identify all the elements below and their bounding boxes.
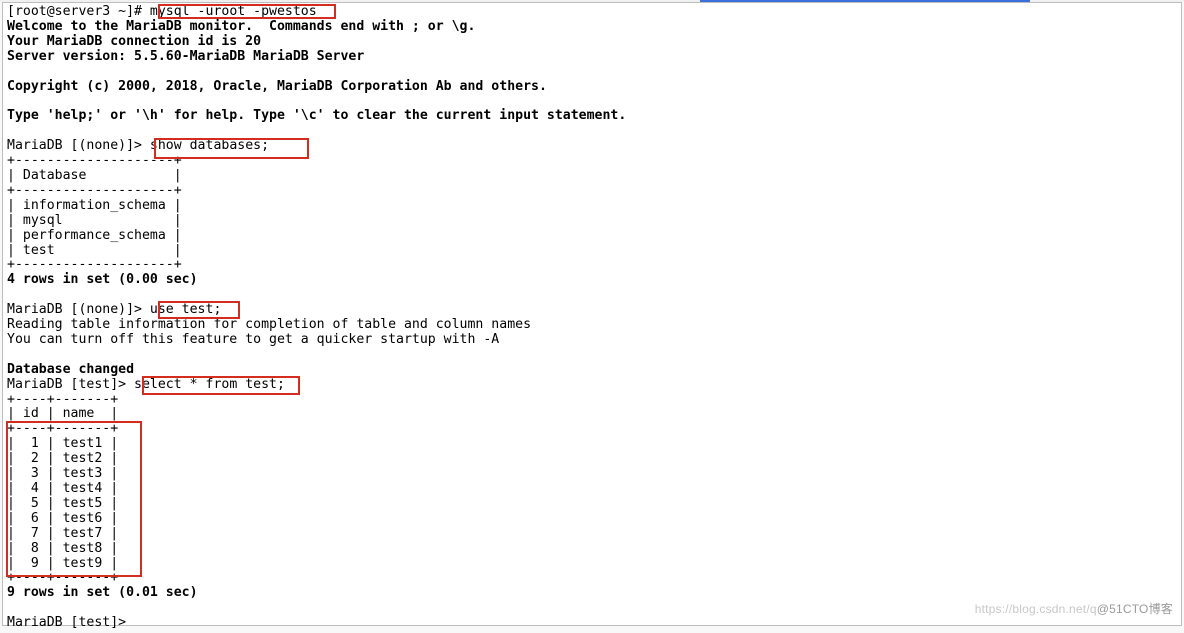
db-table-border-mid: +--------------------+ bbox=[7, 183, 182, 198]
mariadb-prompt-test-final: MariaDB [test]> bbox=[7, 615, 134, 630]
cmd-select-from-test: select * from test; bbox=[134, 377, 285, 392]
result-border-top: +----+-------+ bbox=[7, 392, 118, 407]
copyright-line: Copyright (c) 2000, 2018, Oracle, MariaD… bbox=[7, 79, 547, 94]
use-test-line-1: Reading table information for completion… bbox=[7, 317, 531, 332]
mariadb-prompt-none: MariaDB [(none)]> bbox=[7, 302, 150, 317]
db-rows-footer: 4 rows in set (0.00 sec) bbox=[7, 272, 198, 287]
result-border-bot: +----+-------+ bbox=[7, 570, 118, 585]
use-test-line-2: You can turn off this feature to get a q… bbox=[7, 332, 499, 347]
terminal-window[interactable]: [root@server3 ~]# mysql -uroot -pwestos … bbox=[2, 2, 1182, 626]
mariadb-prompt-test: MariaDB [test]> bbox=[7, 377, 134, 392]
help-line: Type 'help;' or '\h' for help. Type '\c'… bbox=[7, 108, 626, 123]
result-row: | 4 | test4 | bbox=[7, 481, 118, 496]
cmd-show-databases: show databases; bbox=[150, 138, 269, 153]
mariadb-prompt-none: MariaDB [(none)]> bbox=[7, 138, 150, 153]
shell-prompt: [root@server3 ~]# bbox=[7, 4, 150, 19]
db-row: | information_schema | bbox=[7, 198, 182, 213]
db-table-header: | Database | bbox=[7, 168, 182, 183]
result-row: | 2 | test2 | bbox=[7, 451, 118, 466]
db-row: | performance_schema | bbox=[7, 228, 182, 243]
db-row: | mysql | bbox=[7, 213, 182, 228]
shell-command: mysql -uroot -pwestos bbox=[150, 4, 317, 19]
result-header: | id | name | bbox=[7, 406, 118, 421]
terminal-output: [root@server3 ~]# mysql -uroot -pwestos … bbox=[7, 5, 1181, 631]
result-row: | 8 | test8 | bbox=[7, 541, 118, 556]
result-rows-footer: 9 rows in set (0.01 sec) bbox=[7, 585, 198, 600]
result-row: | 7 | test7 | bbox=[7, 526, 118, 541]
welcome-line-3: Server version: 5.5.60-MariaDB MariaDB S… bbox=[7, 49, 364, 64]
result-row: | 5 | test5 | bbox=[7, 496, 118, 511]
db-table-border-bot: +--------------------+ bbox=[7, 257, 182, 272]
cmd-use-test: use test; bbox=[150, 302, 221, 317]
result-row: | 1 | test1 | bbox=[7, 436, 118, 451]
db-table-border-top: +--------------------+ bbox=[7, 153, 182, 168]
db-row: | test | bbox=[7, 243, 182, 258]
database-changed: Database changed bbox=[7, 362, 134, 377]
result-border-mid: +----+-------+ bbox=[7, 421, 118, 436]
welcome-line-1: Welcome to the MariaDB monitor. Commands… bbox=[7, 19, 475, 34]
result-row: | 6 | test6 | bbox=[7, 511, 118, 526]
result-row: | 9 | test9 | bbox=[7, 556, 118, 571]
result-row: | 3 | test3 | bbox=[7, 466, 118, 481]
welcome-line-2: Your MariaDB connection id is 20 bbox=[7, 34, 261, 49]
